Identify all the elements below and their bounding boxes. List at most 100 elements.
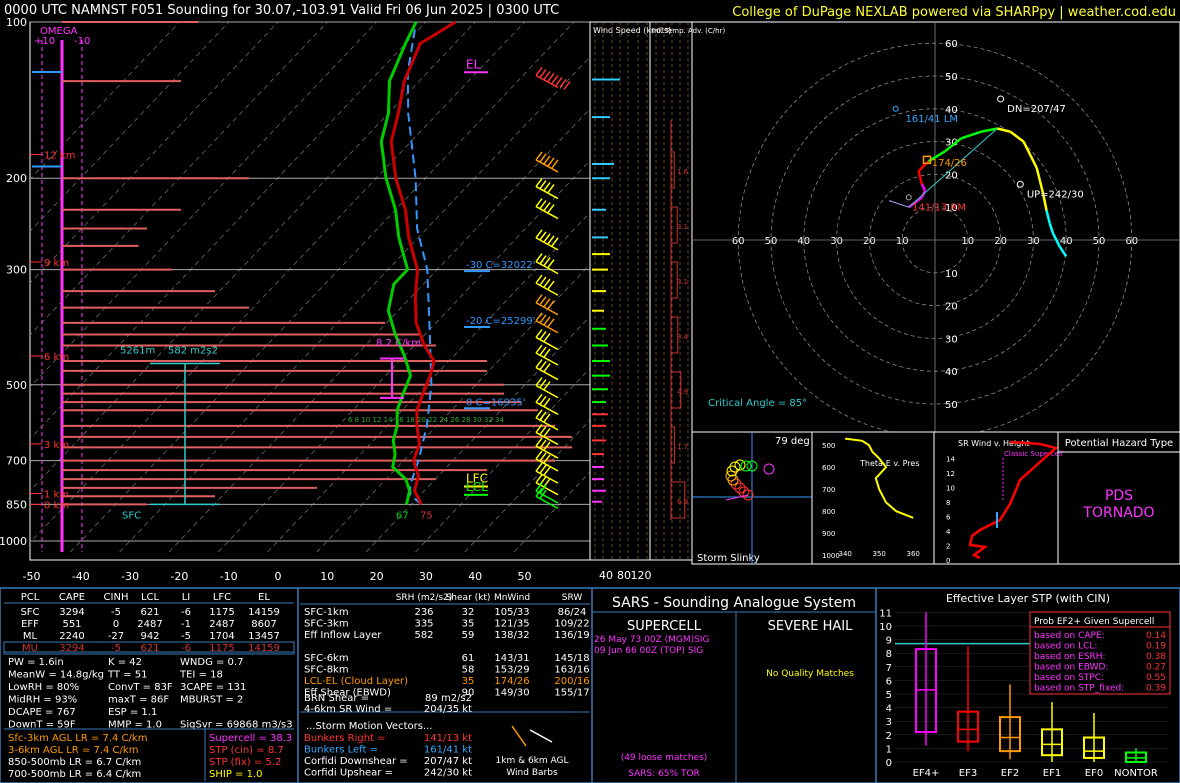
stp-y-tick: 8	[886, 649, 892, 660]
composite-value: SHIP = 1.0	[209, 769, 263, 780]
hodograph-ring-label: 50	[765, 236, 778, 247]
eff-inflow-bottom-label: SFC	[122, 510, 141, 521]
parcel-cell: SFC	[20, 607, 39, 618]
index-value: ESP = 1.1	[108, 707, 157, 718]
stp-legend-value: 0.39	[1146, 684, 1166, 694]
hodograph-ring-label: 20	[945, 170, 958, 181]
eff-inflow-srh-label: 582 m2s2	[168, 346, 218, 357]
index-value: PW = 1.6in	[8, 657, 64, 668]
vector-value: 242/30 kt	[424, 768, 472, 779]
hodograph-ring-label: 30	[945, 334, 958, 345]
temp-advection-value: 1.6	[677, 168, 689, 176]
kinematic-cell: 582	[414, 630, 433, 641]
sars-severe-hail: SEVERE HAIL	[768, 619, 853, 634]
sr-wind-y-tick: 0	[946, 557, 950, 565]
vector-name: Corfidi Downshear =	[304, 756, 408, 767]
height-label: 9 km	[44, 258, 69, 269]
sr-wind-y-tick: 10	[946, 485, 955, 493]
stp-category: EF4+	[913, 768, 940, 779]
sr-wind-y-tick: 6	[946, 514, 951, 522]
hodograph-ring-label: 30	[830, 236, 843, 247]
critical-angle: Critical Angle = 85°	[708, 398, 807, 409]
parcel-cell: 0	[113, 619, 119, 630]
stp-y-tick: 3	[886, 717, 892, 728]
omega-right: -10	[74, 36, 90, 47]
kinematic-header: Shear (kt)	[446, 593, 491, 603]
stp-legend-name: based on CAPE:	[1034, 631, 1105, 641]
stp-y-tick: 2	[886, 731, 892, 742]
stp-y-tick: 11	[879, 608, 892, 619]
parcel-cell: -6	[181, 607, 191, 618]
left-mover-label: 161/41 LM	[905, 114, 958, 125]
vectors-title: ...Storm Motion Vectors...	[306, 721, 432, 732]
kinematic-cell: 86/24	[558, 607, 587, 618]
stp-legend-name: based on STPC:	[1034, 673, 1104, 683]
parcel-cell: 551	[62, 619, 81, 630]
parcel-cell: 13457	[248, 631, 280, 642]
theta-y-tick: 800	[822, 508, 835, 516]
stp-legend-value: 0.27	[1146, 663, 1166, 673]
hazard-value-line: TORNADO	[1082, 505, 1154, 521]
stp-category: EF2	[1001, 768, 1019, 779]
sfc-dewpoint-label: 67	[396, 510, 409, 521]
temp-tick-label: 20	[370, 570, 384, 583]
wind-speed-tick-120: 120	[631, 569, 652, 582]
temp-tick-label: -10	[220, 570, 238, 583]
theta-x-tick: 360	[907, 550, 920, 558]
parcel-cell: EFF	[21, 619, 39, 630]
kinematic-header: SRH (m2/s2)	[396, 593, 453, 603]
parcel-cell: 2240	[59, 631, 84, 642]
stp-legend-value: 0.38	[1146, 652, 1166, 662]
height-label: 1 km	[44, 490, 69, 501]
stp-legend-value: 0.55	[1146, 673, 1166, 683]
temp-tick-label: -30	[121, 570, 139, 583]
theta-x-tick: 340	[839, 550, 852, 558]
kinematic-cell: 153/29	[494, 665, 529, 676]
index-value: 3CAPE = 131	[180, 682, 246, 693]
stp-y-tick: 6	[886, 676, 892, 687]
temp-tick-label: 0	[275, 570, 282, 583]
temp-tick-label: 30	[419, 570, 433, 583]
corfidi-up-label: UP=242/30	[1027, 189, 1084, 200]
hodograph-ring-label: 50	[945, 72, 958, 83]
index-value: LowRH = 80%	[8, 682, 79, 693]
parcel-header: PCL	[21, 592, 40, 603]
lapse-rate-value: Sfc-3km AGL LR = 7.4 C/km	[8, 733, 147, 744]
composite-value: STP (cin) = 8.7	[209, 745, 284, 756]
hazard-value-line: PDS	[1105, 488, 1133, 504]
parcel-cell: 14159	[248, 607, 280, 618]
el-label: EL	[466, 57, 481, 71]
parcel-header: LCL	[141, 592, 160, 603]
mean-wind-label: 174/26	[932, 158, 967, 169]
temp-tick-label: 50	[518, 570, 532, 583]
stp-legend-value: 0.14	[1146, 631, 1166, 641]
lapse-rate-value: 700-500mb LR = 6.4 C/km	[8, 769, 141, 780]
temp-tick-label: -50	[23, 570, 41, 583]
sr-wind-y-tick: 2	[946, 543, 950, 551]
lapse-rate-value: 3-6km AGL LR = 7.4 C/km	[8, 745, 138, 756]
wbz-label: -20 C=25299'	[466, 316, 535, 327]
index-value: DCAPE = 767	[8, 707, 76, 718]
sars-match-1: 26 May 73 00Z (MGM)SIG	[594, 635, 709, 645]
parcel-cell: -1	[181, 619, 191, 630]
sars-no-match: No Quality Matches	[766, 669, 854, 679]
kinematic-layer: SFC-1km	[304, 607, 349, 618]
stp-category: EF0	[1085, 768, 1103, 779]
temp-advection-value: 4.9	[677, 388, 688, 396]
pressure-tick-label: 1000	[0, 535, 27, 548]
hodograph-ring-label: 10	[896, 236, 909, 247]
theta-y-tick: 1000	[822, 552, 840, 560]
temp-advection-label: Inf. Temp. Adv. (C/hr)	[652, 27, 725, 35]
index-value: TEI = 18	[179, 670, 223, 681]
hodograph-ring-label: 20	[994, 236, 1007, 247]
index-value: WNDG = 0.7	[180, 657, 243, 668]
kinematic-cell: 149/30	[494, 688, 529, 699]
wetbulb-scale: 6 8 10 12 14 16 18 20 22 24 26 28 30 32 …	[348, 416, 504, 424]
brn-value: 89 m2/s2	[425, 693, 472, 704]
sr-wind-label: 4-6km SR Wind =	[304, 704, 392, 715]
parcel-cell: 2487	[137, 619, 162, 630]
hodograph-ring-label: 60	[945, 39, 958, 50]
temp-tick-label: -40	[72, 570, 90, 583]
kinematic-cell: 105/33	[494, 607, 529, 618]
vector-value: 161/41 kt	[424, 745, 472, 756]
